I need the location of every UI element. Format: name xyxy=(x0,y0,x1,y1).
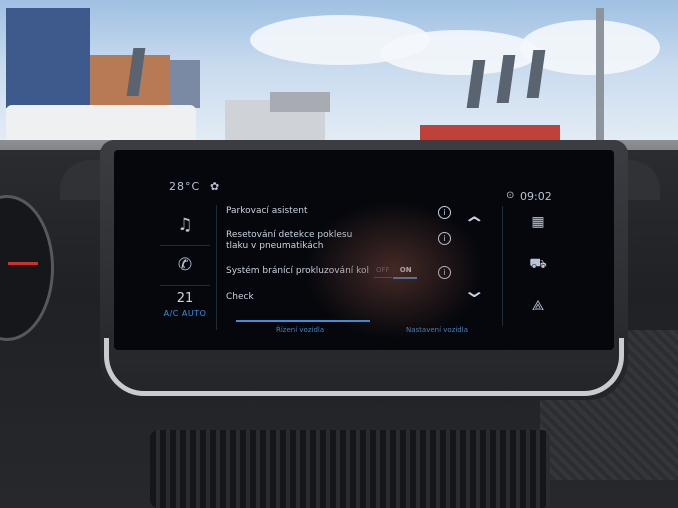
toggle-on-label: ON xyxy=(399,266,412,274)
music-note-icon: ♫ xyxy=(177,215,193,235)
toggle-track xyxy=(374,277,392,278)
clock: 09:02 xyxy=(520,190,552,203)
tab-vehicle-settings[interactable]: Nastavení vozidla xyxy=(406,326,468,334)
building xyxy=(170,60,200,108)
phone-icon: ✆ xyxy=(177,255,193,275)
apps-button[interactable]: ▦ xyxy=(503,214,573,230)
apps-grid-icon: ▦ xyxy=(531,214,545,230)
phone-button[interactable]: ✆ xyxy=(154,247,216,283)
toggle-off-label: OFF xyxy=(376,266,390,274)
parked-vans xyxy=(6,105,196,145)
toggle-indicator xyxy=(393,277,417,279)
climate-temperature[interactable]: 21 xyxy=(154,291,216,306)
chevron-up-icon: ⌃ xyxy=(461,212,487,236)
divider xyxy=(160,285,210,286)
info-icon[interactable]: i xyxy=(438,232,451,245)
billboard xyxy=(270,92,330,112)
chevron-down-icon: ⌄ xyxy=(461,278,487,302)
list-item-parking-assist[interactable]: Parkovací asistent i xyxy=(226,206,466,219)
navigation-button[interactable]: ⟁ xyxy=(503,298,573,314)
media-button[interactable]: ♫ xyxy=(154,207,216,243)
info-icon[interactable]: i xyxy=(438,266,451,279)
scroll-up-button[interactable]: ⌃ xyxy=(462,212,487,236)
list-item-tyre-pressure-reset[interactable]: Resetování detekce poklesu tlaku v pneum… xyxy=(226,230,466,252)
list-item-traction-control[interactable]: Systém bránící prokluzování kol OFF ON i xyxy=(226,266,466,279)
cloud xyxy=(380,30,540,75)
infotainment-screen: 28°C ✿ ⊙ 09:02 ♫ ✆ 21 A/C AUTO Parkovací… xyxy=(114,150,614,350)
divider xyxy=(160,245,210,246)
list-item-check[interactable]: Check xyxy=(226,292,466,303)
navigation-icon: ⟁ xyxy=(531,298,545,314)
traction-control-toggle[interactable]: OFF ON xyxy=(376,266,412,274)
list-item-label: Parkovací asistent xyxy=(226,206,308,216)
list-item-label: Systém bránící prokluzování kol xyxy=(226,266,370,276)
list-item-label: Check xyxy=(226,292,254,302)
car-icon: ⛟ xyxy=(529,256,547,272)
dealership-building xyxy=(420,125,560,140)
fan-icon: ✿ xyxy=(210,180,220,193)
location-icon: ⊙ xyxy=(506,190,515,201)
gauge-redline xyxy=(8,262,38,265)
glass-building xyxy=(6,8,90,108)
air-vent xyxy=(150,430,550,508)
outside-temperature: 28°C xyxy=(169,180,201,193)
active-tab-indicator xyxy=(236,320,370,322)
pole xyxy=(596,8,604,148)
tab-vehicle-driving[interactable]: Řízení vozidla xyxy=(276,326,324,334)
left-sidebar: ♫ ✆ 21 A/C AUTO xyxy=(154,205,217,330)
climate-mode[interactable]: A/C AUTO xyxy=(154,309,216,318)
vehicle-button[interactable]: ⛟ xyxy=(503,256,573,274)
right-sidebar: ▦ ⛟ ⟁ xyxy=(502,206,573,326)
list-item-label: Resetování detekce poklesu tlaku v pneum… xyxy=(226,230,353,251)
scroll-down-button[interactable]: ⌄ xyxy=(462,278,487,302)
info-icon[interactable]: i xyxy=(438,206,451,219)
